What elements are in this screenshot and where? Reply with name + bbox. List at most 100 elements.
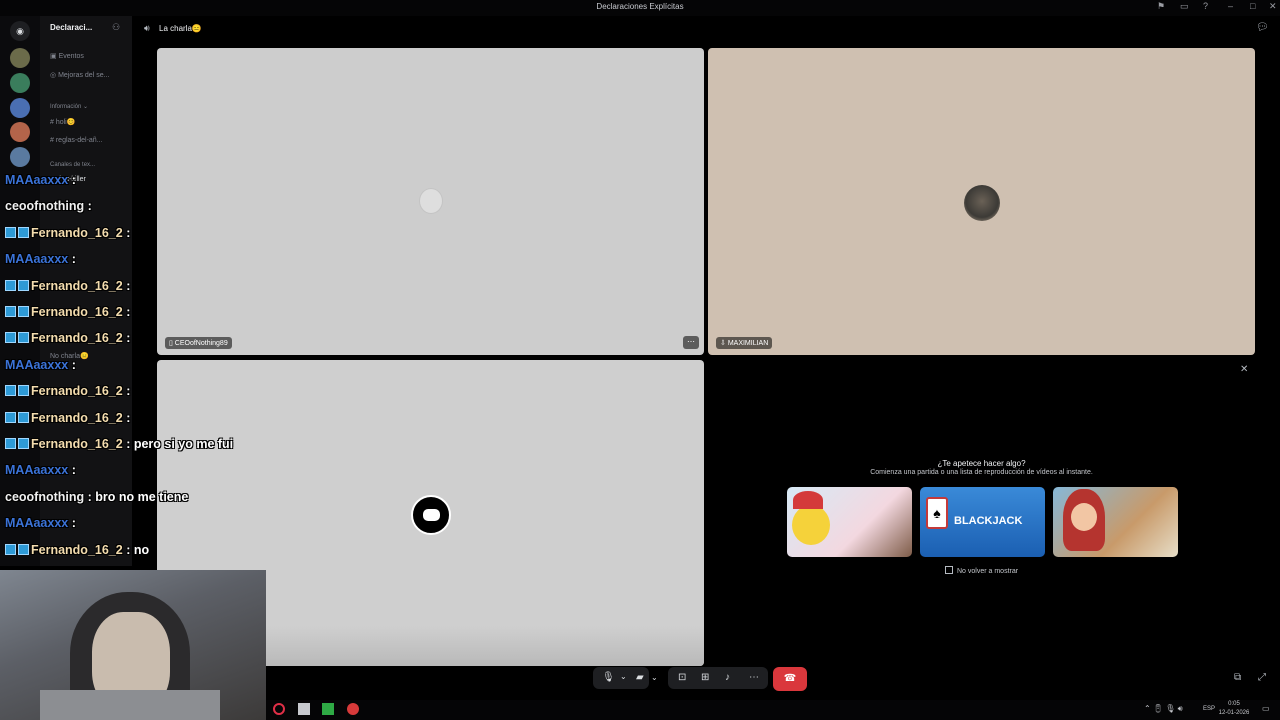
speaker-icon: 🔊︎: [144, 23, 150, 33]
badge-icon: [5, 226, 16, 238]
chat-username: Fernando_16_2: [31, 331, 123, 346]
chat-separator: :: [68, 463, 76, 478]
soundboard-icon[interactable]: ♪: [725, 672, 730, 683]
app-icon[interactable]: [298, 703, 310, 715]
maximize-button[interactable]: □: [1250, 1, 1255, 11]
activity-subtitle: Comienza una partida o una lista de repr…: [870, 469, 1093, 476]
streamer-webcam: [0, 570, 266, 720]
badge-icon: [18, 279, 29, 291]
participant-tile[interactable]: ▯ CEOofNothing89 ⋯: [157, 48, 704, 355]
category-label: Información: [50, 104, 82, 110]
chat-separator: :: [122, 331, 131, 346]
tray-time[interactable]: 0:05: [1216, 701, 1252, 707]
playing-card-icon: ♠: [926, 497, 948, 529]
voice-header: 🔊︎ La charla😑 💬︎: [132, 16, 1280, 42]
chat-message: ceoofnothing : bro no me tiene: [5, 490, 188, 512]
chat-message: Fernando_16_2 :: [5, 226, 130, 248]
badge-icon: [18, 226, 29, 238]
help-icon[interactable]: ?: [1203, 1, 1208, 11]
chat-username: MAAaaxxx: [5, 252, 69, 267]
chat-separator: :: [84, 489, 96, 504]
badge-icon: [5, 279, 16, 291]
badge-icon: [5, 411, 16, 423]
server-icon[interactable]: [10, 73, 30, 93]
chat-separator: :: [68, 252, 76, 267]
call-actions: ⊡ ⊞ ♪ ⋯: [668, 667, 768, 689]
xbox-icon[interactable]: [322, 703, 334, 715]
boosts-label: Mejoras del se...: [58, 72, 110, 79]
opera-icon[interactable]: [273, 703, 285, 715]
activities-icon[interactable]: ⊞: [701, 672, 709, 683]
chat-separator: :: [68, 516, 76, 531]
badge-icon: [18, 332, 29, 344]
server-icon[interactable]: [10, 147, 30, 167]
hangup-icon: ☎︎: [783, 673, 797, 684]
chat-message: Fernando_16_2 :: [5, 411, 130, 433]
chrome-icon[interactable]: [347, 703, 359, 715]
badge-icon: [18, 306, 29, 317]
dont-show-option[interactable]: No volver a mostrar: [945, 566, 1018, 575]
channel-item[interactable]: # holi😊: [50, 118, 75, 126]
chat-username: Fernando_16_2: [31, 278, 123, 293]
category-text[interactable]: Canales de tex...: [50, 162, 95, 168]
more-options-button[interactable]: ⋯: [683, 336, 699, 349]
chat-separator: :: [122, 542, 134, 557]
server-icon[interactable]: [10, 98, 30, 118]
more-icon[interactable]: ⋯: [749, 672, 759, 683]
mic-control[interactable]: 🎙︎ ⌄ ▰: [593, 667, 649, 689]
chick-icon: [792, 505, 830, 545]
chevron-down-icon[interactable]: ⌄: [620, 672, 627, 681]
mic-icon[interactable]: 🎙︎: [602, 672, 615, 683]
minimize-button[interactable]: –: [1228, 1, 1233, 11]
category-info[interactable]: Información ⌄: [50, 103, 88, 110]
dont-show-label: No volver a mostrar: [957, 568, 1019, 575]
channel-item[interactable]: # reglas-del-añ...: [50, 137, 103, 144]
chat-message: MAAaaxxx :: [5, 463, 76, 485]
chat-username: Fernando_16_2: [31, 305, 123, 319]
dont-show-checkbox[interactable]: [945, 566, 953, 574]
chat-username: MAAaaxxx: [5, 357, 69, 372]
camera-off-icon[interactable]: ▰: [636, 672, 644, 683]
badge-icon: [5, 332, 16, 344]
chat-username: Fernando_16_2: [31, 542, 123, 557]
inbox-icon[interactable]: ⚑: [1157, 1, 1165, 12]
notification-icon[interactable]: ▭: [1262, 704, 1270, 713]
chat-icon[interactable]: 💬︎: [1256, 22, 1269, 33]
boosts-item[interactable]: ◎ Mejoras del se...: [50, 71, 109, 79]
activity-card[interactable]: ♠ BLACKJACK: [920, 487, 1045, 557]
add-member-icon[interactable]: ⚇: [112, 22, 120, 33]
avatar: [419, 188, 443, 214]
channel-label: reglas-del-añ...: [55, 137, 103, 144]
tray-icons[interactable]: ⌃ 🔋︎ 🎙︎ 🔊︎: [1144, 704, 1183, 714]
tray-date[interactable]: 12-01-2026: [1216, 710, 1252, 716]
chat-message: MAAaaxxx :: [5, 252, 76, 274]
chat-message: MAAaaxxx :: [5, 173, 76, 195]
participant-tile[interactable]: ⇩ MAXIMILIAN: [708, 48, 1255, 355]
close-icon[interactable]: ✕: [1240, 364, 1248, 375]
lang-indicator[interactable]: ESP: [1203, 706, 1215, 712]
close-window-button[interactable]: ✕: [1269, 1, 1277, 12]
server-icon[interactable]: [10, 122, 30, 142]
activity-card[interactable]: [787, 487, 912, 557]
chat-separator: :: [122, 410, 131, 425]
popout-icon[interactable]: ⧉: [1234, 672, 1241, 683]
server-icon[interactable]: [10, 48, 30, 68]
chat-message: MAAaaxxx :: [5, 516, 76, 538]
monitor-icon[interactable]: ▭: [1180, 1, 1189, 12]
hangup-button[interactable]: ☎︎: [773, 667, 807, 691]
chat-message: MAAaaxxx :: [5, 358, 76, 380]
category-label: Canales de tex...: [50, 162, 96, 168]
chat-text: no: [133, 542, 150, 557]
avatar: [964, 185, 1000, 221]
badge-icon: [5, 543, 16, 555]
discord-icon[interactable]: ◉: [10, 21, 30, 41]
screen-share-icon[interactable]: ⊡: [678, 672, 686, 683]
chat-message: Fernando_16_2 :: [5, 279, 130, 301]
dog-avatar-face: [423, 509, 440, 521]
badge-icon: [18, 438, 29, 449]
events-item[interactable]: ▣ Eventos: [50, 52, 84, 60]
activity-card[interactable]: [1053, 487, 1178, 557]
chevron-down-icon[interactable]: ⌄: [651, 673, 658, 682]
server-name[interactable]: Declaraci...: [50, 23, 92, 32]
fullscreen-icon[interactable]: ⤢: [1258, 672, 1266, 683]
